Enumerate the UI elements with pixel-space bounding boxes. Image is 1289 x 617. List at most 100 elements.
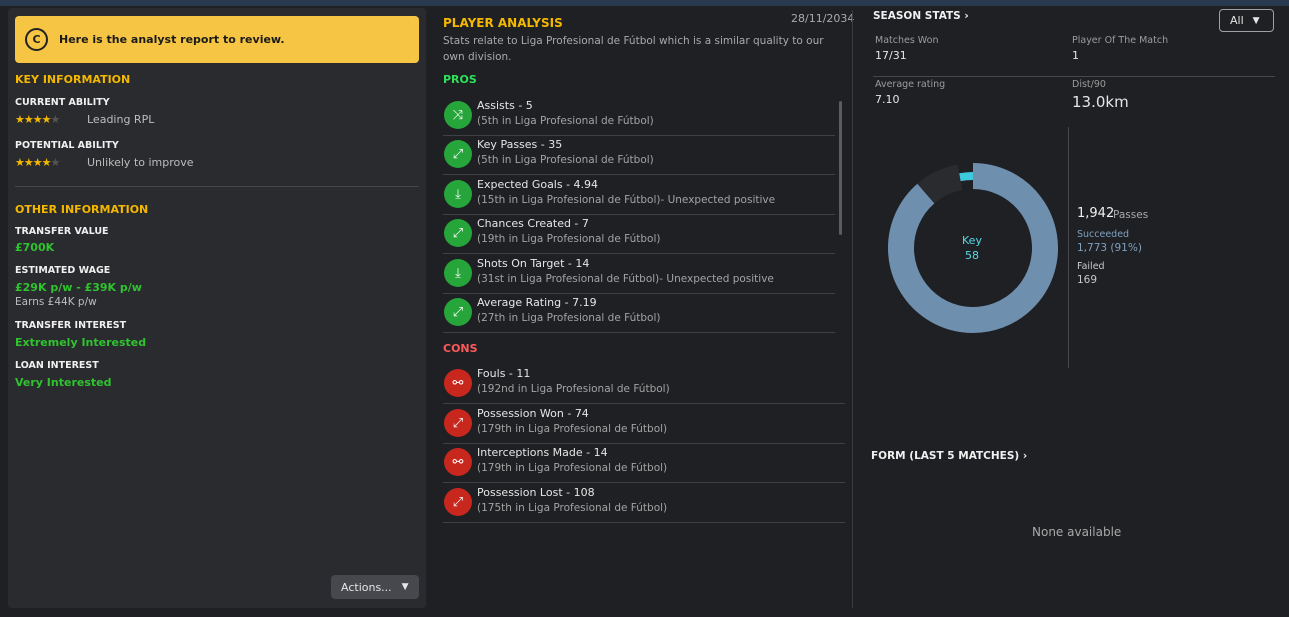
key-pass-icon: ⤢ bbox=[444, 140, 472, 168]
season-stats-link[interactable]: SEASON STATS › bbox=[873, 10, 969, 22]
con-rank: (179th in Liga Profesional de Fútbol) bbox=[477, 423, 668, 435]
con-rank: (175th in Liga Profesional de Fútbol) bbox=[477, 502, 668, 514]
con-stat: Possession Won - 74 bbox=[477, 407, 589, 420]
pro-rank: (5th in Liga Profesional de Fútbol) bbox=[477, 115, 654, 127]
possession-lost-icon: ⤢ bbox=[444, 488, 472, 516]
potential-ability-label: POTENTIAL ABILITY bbox=[15, 140, 119, 151]
pro-stat: Shots On Target - 14 bbox=[477, 257, 590, 270]
column-divider bbox=[852, 10, 853, 608]
potential-ability-note: Unlikely to improve bbox=[87, 156, 194, 169]
estimated-wage-label: ESTIMATED WAGE bbox=[15, 265, 111, 276]
current-wage: Earns £44K p/w bbox=[15, 296, 97, 308]
avg-rating-label: Average rating bbox=[875, 79, 946, 90]
passes-total: 1,942 bbox=[1077, 206, 1115, 221]
actions-button[interactable]: Actions... ▼ bbox=[331, 575, 419, 599]
loan-interest-value: Very Interested bbox=[15, 376, 112, 389]
chevron-down-icon: ▼ bbox=[401, 582, 409, 592]
con-stat: Interceptions Made - 14 bbox=[477, 446, 608, 459]
filter-value: All bbox=[1230, 14, 1244, 27]
scout-report-panel: C Here is the analyst report to review. … bbox=[8, 8, 426, 608]
top-strip bbox=[0, 0, 1289, 6]
pro-row[interactable]: ⤨ Assists - 5 (5th in Liga Profesional d… bbox=[443, 97, 835, 136]
pro-row[interactable]: ⤓ Shots On Target - 14 (31st in Liga Pro… bbox=[443, 255, 835, 294]
con-row[interactable]: ⤢ Possession Lost - 108 (175th in Liga P… bbox=[443, 484, 845, 523]
chevron-down-icon: ▼ bbox=[1252, 15, 1260, 26]
season-stats-title: SEASON STATS bbox=[873, 10, 961, 22]
matches-won-value: 17/31 bbox=[875, 49, 907, 62]
form-link[interactable]: FORM (LAST 5 MATCHES) › bbox=[871, 450, 1027, 462]
failed-value: 169 bbox=[1077, 274, 1098, 286]
donut-key: Key 58 bbox=[944, 233, 1000, 263]
succeeded-value: 1,773 (91%) bbox=[1077, 242, 1142, 254]
current-ability-stars: ★★★★★ bbox=[15, 113, 60, 126]
matches-won-label: Matches Won bbox=[875, 35, 939, 46]
divider bbox=[15, 186, 419, 187]
avg-rating-value: 7.10 bbox=[875, 93, 900, 106]
shot-icon: ⤓ bbox=[444, 259, 472, 287]
player-analysis-title: PLAYER ANALYSIS bbox=[443, 16, 563, 30]
report-date: 28/11/2034 bbox=[791, 12, 855, 25]
transfer-value: £700K bbox=[15, 241, 55, 254]
pro-rank: (19th in Liga Profesional de Fútbol) bbox=[477, 233, 661, 245]
pro-rank: (27th in Liga Profesional de Fútbol) bbox=[477, 312, 661, 324]
chevron-right-icon: › bbox=[964, 10, 969, 22]
pro-row[interactable]: ⤢ Chances Created - 7 (19th in Liga Prof… bbox=[443, 215, 835, 254]
pro-rank: (5th in Liga Profesional de Fútbol) bbox=[477, 154, 654, 166]
con-row[interactable]: ⚯ Interceptions Made - 14 (179th in Liga… bbox=[443, 444, 845, 483]
stats-filter-dropdown[interactable]: All ▼ bbox=[1219, 9, 1274, 32]
loan-interest-label: LOAN INTEREST bbox=[15, 360, 99, 371]
con-stat: Possession Lost - 108 bbox=[477, 486, 595, 499]
potential-ability-stars: ★★★★★ bbox=[15, 156, 60, 169]
transfer-interest-label: TRANSFER INTEREST bbox=[15, 320, 127, 331]
analyst-banner: C Here is the analyst report to review. bbox=[15, 16, 419, 63]
interception-icon: ⚯ bbox=[444, 448, 472, 476]
donut-slice-failed bbox=[917, 164, 963, 204]
dist-value: 13.0km bbox=[1072, 93, 1129, 111]
foul-icon: ⚯ bbox=[444, 369, 472, 397]
current-ability-note: Leading RPL bbox=[87, 113, 155, 126]
possession-won-icon: ⤢ bbox=[444, 409, 472, 437]
succeeded-label: Succeeded bbox=[1077, 229, 1130, 240]
con-row[interactable]: ⤢ Possession Won - 74 (179th in Liga Pro… bbox=[443, 405, 845, 444]
cons-title: CONS bbox=[443, 342, 478, 355]
analysis-description: Stats relate to Liga Profesional de Fútb… bbox=[443, 35, 824, 63]
chart-divider bbox=[1068, 127, 1069, 368]
form-empty-text: None available bbox=[1032, 525, 1122, 539]
pro-stat: Chances Created - 7 bbox=[477, 217, 589, 230]
pros-title: PROS bbox=[443, 73, 477, 86]
potm-label: Player Of The Match bbox=[1072, 35, 1169, 46]
failed-label: Failed bbox=[1077, 261, 1105, 272]
expected-goals-icon: ⤓ bbox=[444, 180, 472, 208]
pro-row[interactable]: ⤓ Expected Goals - 4.94 (15th in Liga Pr… bbox=[443, 176, 835, 215]
pro-stat: Assists - 5 bbox=[477, 99, 533, 112]
pros-scrollbar[interactable] bbox=[839, 101, 842, 235]
other-info-title: OTHER INFORMATION bbox=[15, 203, 149, 216]
pro-row[interactable]: ⤢ Average Rating - 7.19 (27th in Liga Pr… bbox=[443, 294, 835, 333]
current-ability-label: CURRENT ABILITY bbox=[15, 97, 110, 108]
pro-stat: Average Rating - 7.19 bbox=[477, 296, 597, 309]
pro-rank: (15th in Liga Profesional de Fútbol)- Un… bbox=[477, 194, 776, 206]
key-info-title: KEY INFORMATION bbox=[15, 73, 131, 86]
dist-label: Dist/90 bbox=[1072, 79, 1106, 90]
pro-rank: (31st in Liga Profesional de Fútbol)- Un… bbox=[477, 273, 774, 285]
form-title: FORM (LAST 5 MATCHES) bbox=[871, 450, 1020, 462]
key-label: Key bbox=[962, 234, 982, 247]
transfer-value-label: TRANSFER VALUE bbox=[15, 226, 109, 237]
banner-text: Here is the analyst report to review. bbox=[59, 33, 285, 46]
pro-stat: Expected Goals - 4.94 bbox=[477, 178, 599, 191]
potm-value: 1 bbox=[1072, 49, 1079, 62]
con-rank: (179th in Liga Profesional de Fútbol) bbox=[477, 462, 668, 474]
stats-divider bbox=[873, 76, 1275, 77]
chevron-right-icon: › bbox=[1022, 450, 1028, 462]
assist-icon: ⤨ bbox=[444, 101, 472, 129]
con-row[interactable]: ⚯ Fouls - 11 (192nd in Liga Profesional … bbox=[443, 365, 845, 404]
passes-label: Passes bbox=[1113, 209, 1149, 221]
coach-badge-icon: C bbox=[25, 28, 48, 51]
chances-icon: ⤢ bbox=[444, 219, 472, 247]
con-rank: (192nd in Liga Profesional de Fútbol) bbox=[477, 383, 670, 395]
actions-label: Actions... bbox=[341, 580, 392, 594]
key-value: 58 bbox=[965, 249, 979, 262]
rating-icon: ⤢ bbox=[444, 298, 472, 326]
pro-row[interactable]: ⤢ Key Passes - 35 (5th in Liga Profesion… bbox=[443, 136, 835, 175]
donut-slice-key bbox=[959, 172, 974, 182]
